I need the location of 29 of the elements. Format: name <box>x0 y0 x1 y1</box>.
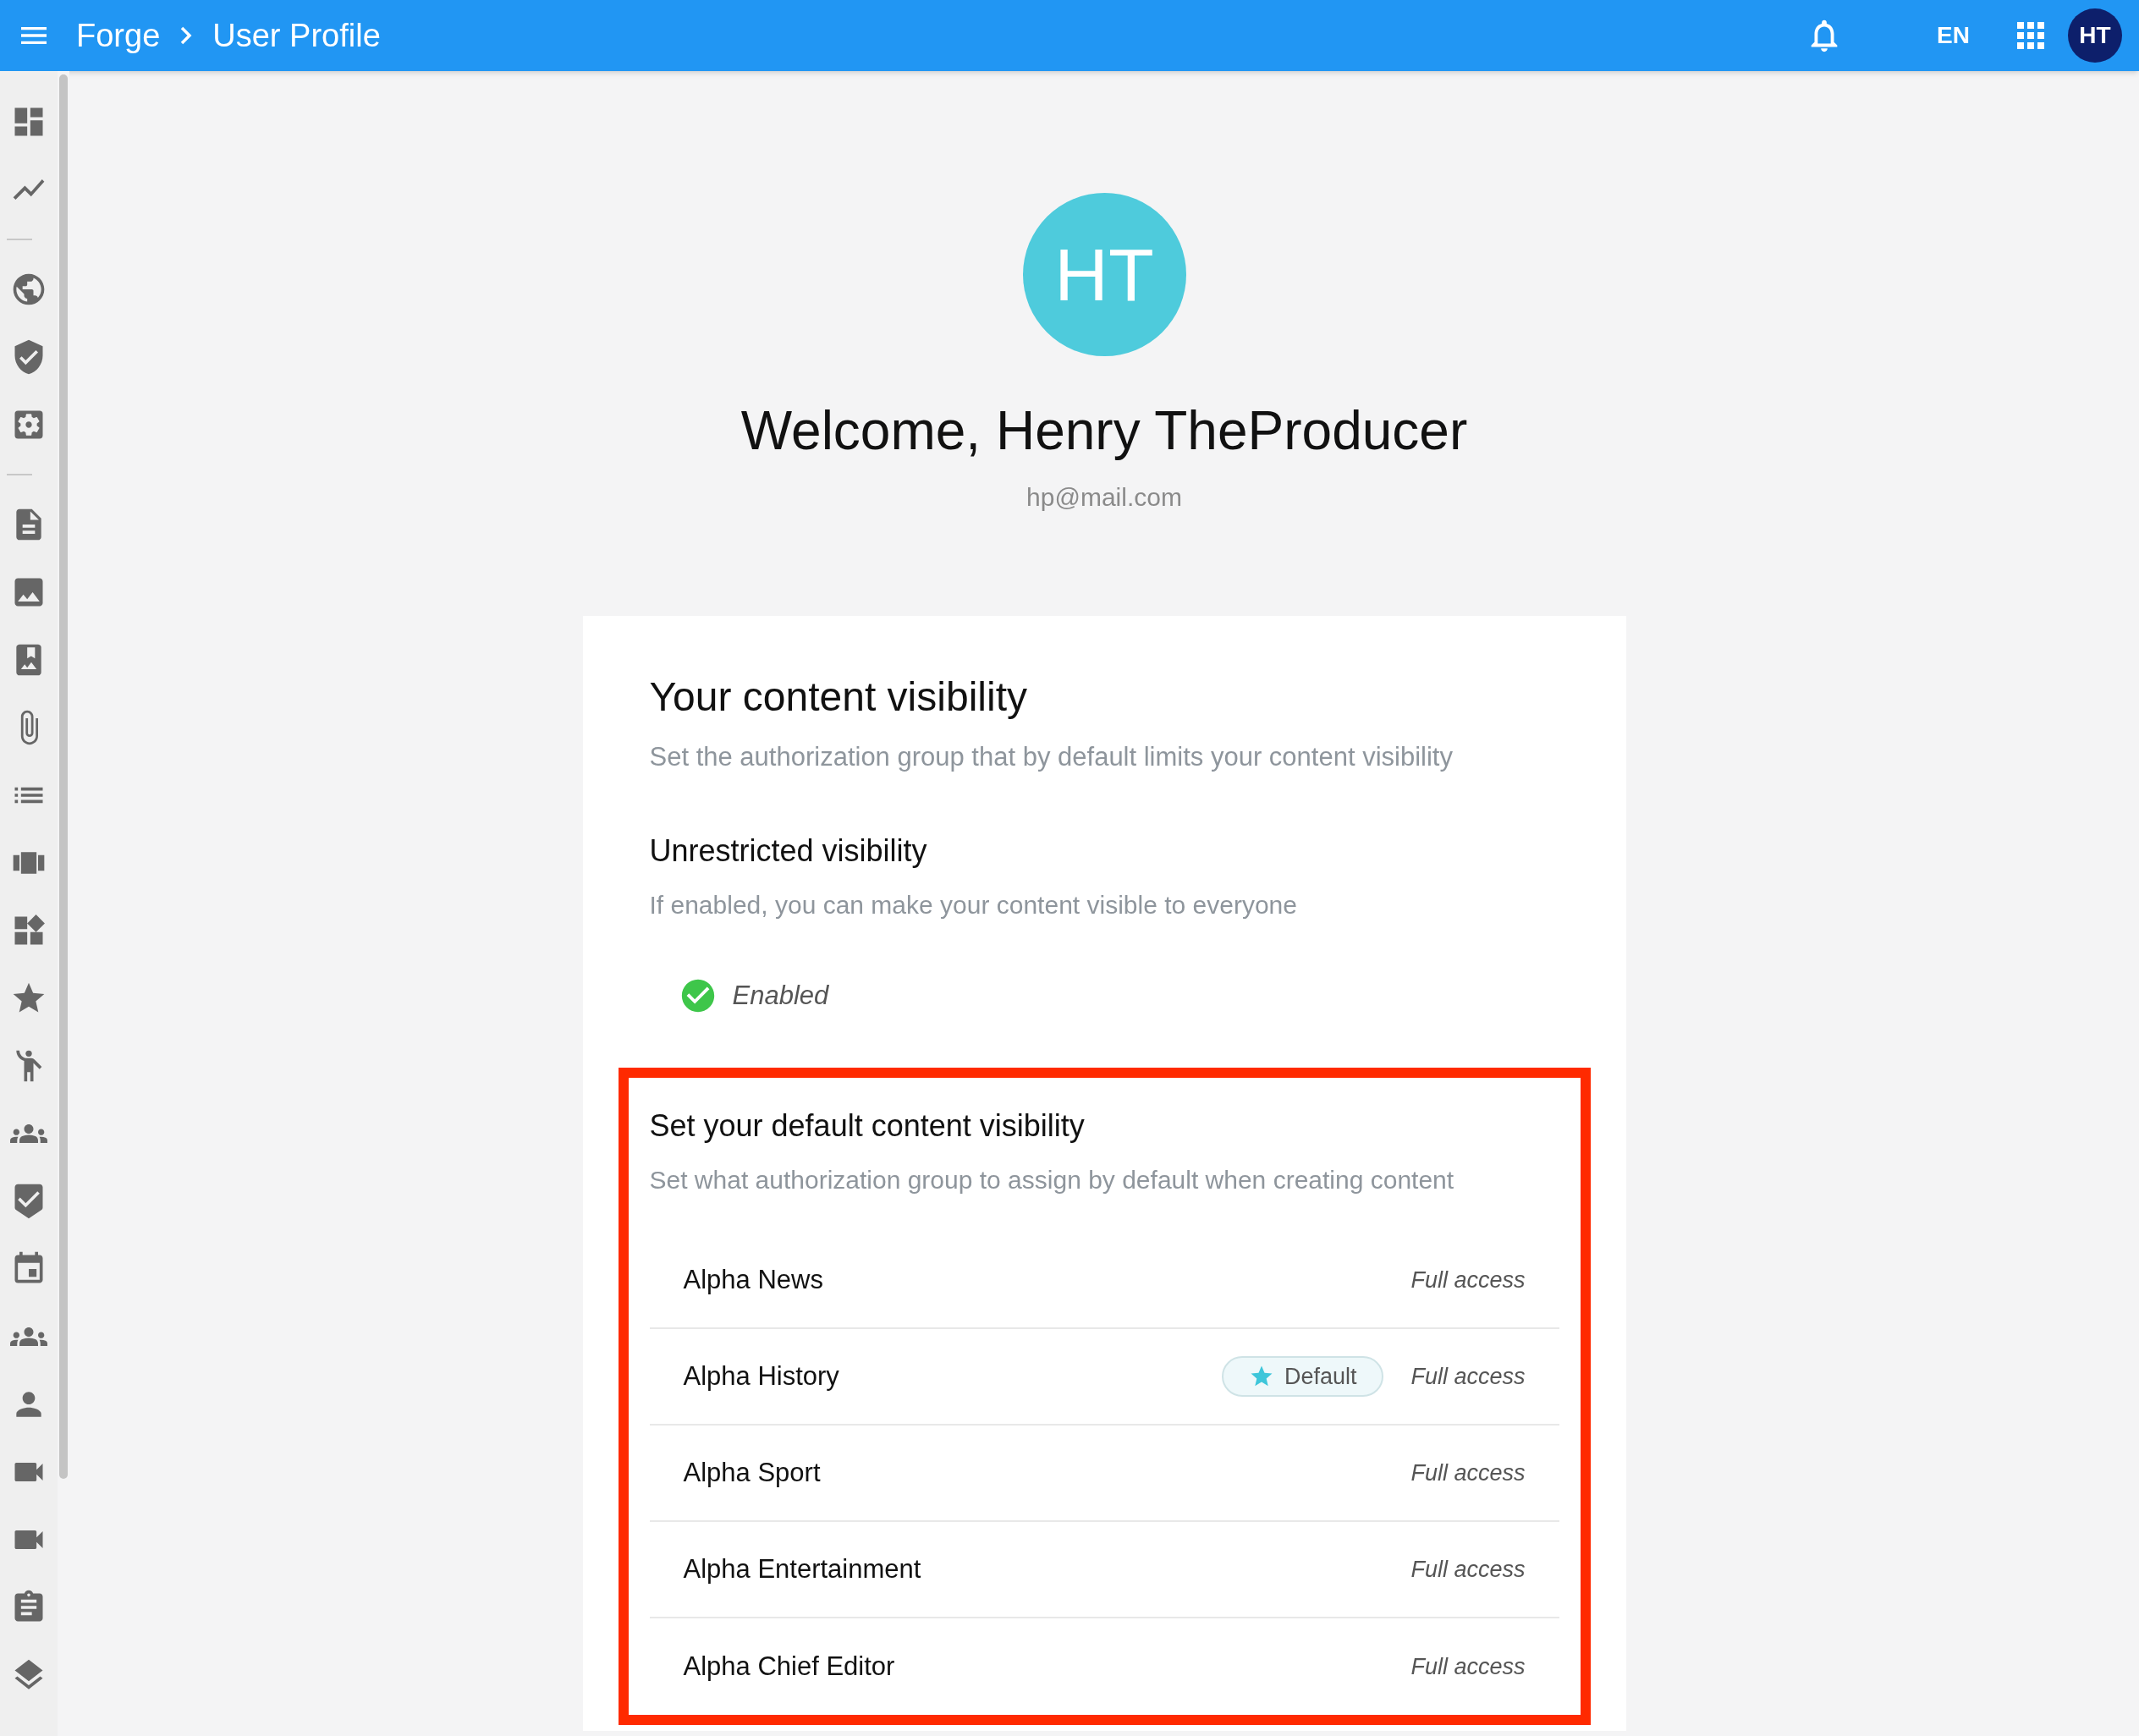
access-text: Full access <box>1410 1652 1526 1681</box>
section-description: If enabled, you can make your content visible to everyone <box>649 889 1298 920</box>
status-text: Enabled <box>732 979 829 1012</box>
group-name: Alpha Sport <box>683 1456 821 1489</box>
chevron-right-icon <box>180 26 193 45</box>
card-title: Your content visibility <box>649 673 1028 721</box>
group-row[interactable]: Alpha Entertainment Full access <box>649 1522 1559 1618</box>
user-avatar[interactable]: HT <box>2068 8 2122 63</box>
group-row[interactable]: Alpha News Full access <box>649 1233 1559 1329</box>
welcome-heading: Welcome, Henry TheProducer <box>740 399 1468 463</box>
badge-label: Default <box>1284 1362 1357 1391</box>
email-text: hp@mail.com <box>1026 482 1182 513</box>
access-text: Full access <box>1410 1459 1526 1487</box>
group-row[interactable]: Alpha Chief Editor Full access <box>649 1618 1559 1715</box>
group-name: Alpha History <box>683 1360 839 1393</box>
group-row[interactable]: Alpha Sport Full access <box>649 1426 1559 1522</box>
section-title: Set your default content visibility <box>649 1107 1086 1145</box>
section-title: Unrestricted visibility <box>649 832 928 870</box>
access-text: Full access <box>1410 1362 1526 1391</box>
group-name: Alpha Chief Editor <box>683 1650 895 1683</box>
section-description: Set what authorization group to assign by default when creating content <box>649 1165 1455 1195</box>
group-row[interactable]: Alpha History Default Full access <box>649 1329 1559 1426</box>
access-text: Full access <box>1410 1555 1526 1584</box>
profile-avatar: HT <box>1022 193 1186 356</box>
group-name: Alpha News <box>683 1263 823 1296</box>
group-name: Alpha Entertainment <box>683 1552 921 1585</box>
breadcrumb-item: User Profile <box>212 16 381 55</box>
card-subtitle: Set the authorization group that by default limits your content visibility <box>649 741 1454 773</box>
access-text: Full access <box>1410 1266 1526 1294</box>
